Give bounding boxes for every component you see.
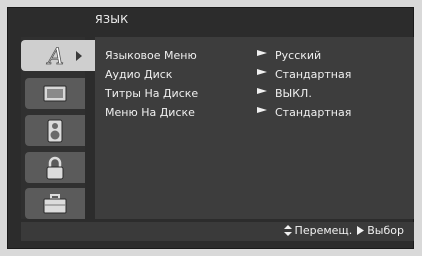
footer-hint: Перемещ. Выбор xyxy=(283,224,404,237)
menu-title: ЯЗЫК xyxy=(95,13,129,26)
option-marker-icon xyxy=(257,107,267,113)
audio-speaker-icon xyxy=(47,119,63,142)
language-a-icon: A xyxy=(46,44,82,69)
row-disc-menu[interactable]: Меню На Диске Стандартная xyxy=(105,106,405,122)
row-label: Меню На Диске xyxy=(105,106,195,119)
row-disc-subtitle[interactable]: Титры На Диске ВЫКЛ. xyxy=(105,87,405,103)
display-screen-icon xyxy=(43,85,67,101)
row-value: ВЫКЛ. xyxy=(275,87,312,100)
padlock-icon xyxy=(46,156,64,179)
row-disc-audio[interactable]: Аудио Диск Стандартная xyxy=(105,68,405,84)
tab-audio[interactable] xyxy=(25,115,85,146)
option-marker-icon xyxy=(257,50,267,56)
move-hint-label: Перемещ. xyxy=(294,224,353,237)
tab-display[interactable] xyxy=(25,78,85,109)
row-value: Стандартная xyxy=(275,106,352,119)
row-label: Титры На Диске xyxy=(105,87,199,100)
briefcase-icon xyxy=(43,193,67,213)
select-hint-label: Выбор xyxy=(367,224,404,237)
row-menu-language[interactable]: Языковое Меню Русский xyxy=(105,49,405,65)
row-label: Аудио Диск xyxy=(105,68,173,81)
tab-language[interactable]: A xyxy=(21,40,95,71)
footer-bar: Перемещ. Выбор xyxy=(21,222,414,241)
row-label: Языковое Меню xyxy=(105,49,197,62)
svg-text:A: A xyxy=(46,45,64,69)
tab-lock[interactable] xyxy=(25,152,85,183)
up-down-arrows-icon xyxy=(283,225,292,236)
row-value: Стандартная xyxy=(275,68,352,81)
option-marker-icon xyxy=(257,88,267,94)
option-marker-icon xyxy=(257,69,267,75)
tab-others[interactable] xyxy=(25,188,85,219)
right-arrow-icon xyxy=(357,226,365,235)
row-value: Русский xyxy=(275,49,322,62)
